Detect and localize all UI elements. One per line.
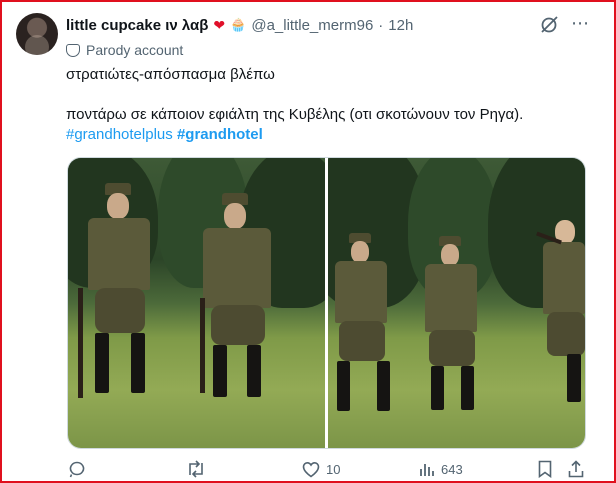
photo-left[interactable]: [68, 158, 325, 448]
reply-icon: [69, 461, 85, 478]
mask-icon: [66, 43, 80, 57]
views-count: 643: [441, 461, 463, 477]
retweet-icon: [189, 460, 203, 478]
avatar[interactable]: [16, 13, 58, 55]
hashtags: #grandhotelplus #grandhotel: [66, 125, 263, 145]
parody-label: Parody account: [86, 42, 184, 58]
more-icon[interactable]: ⋯: [571, 13, 590, 34]
parody-badge: Parody account: [66, 40, 183, 60]
views-action[interactable]: 643: [419, 458, 463, 480]
bookmark-action[interactable]: [538, 458, 552, 480]
tweet-text-line2: ποντάρω σε κάποιον εφιάλτη της Κυβέλης (…: [66, 106, 524, 123]
separator: ·: [378, 16, 384, 34]
like-count: 10: [326, 461, 341, 477]
hashtag-grandhotelplus[interactable]: #grandhotelplus: [66, 126, 173, 143]
views-icon: [420, 464, 434, 476]
display-name[interactable]: little cupcake ιν λαβ: [66, 17, 208, 34]
tweet-header: little cupcake ιν λαβ ❤ 🧁 @a_little_merm…: [66, 15, 413, 35]
media-grid: [67, 157, 586, 449]
reply-action[interactable]: [68, 458, 92, 480]
heart-icon: [302, 461, 320, 477]
bookmark-icon: [538, 460, 552, 478]
retweet-action[interactable]: [186, 458, 212, 480]
timestamp[interactable]: 12h: [388, 17, 413, 34]
tweet-text-line1: στρατιώτες-απόσπασμα βλέπω: [66, 66, 275, 83]
like-action[interactable]: 10: [302, 458, 340, 480]
grok-icon[interactable]: [538, 14, 560, 36]
share-action[interactable]: [568, 458, 584, 480]
heart-emoji: ❤: [213, 16, 226, 33]
hashtag-grandhotel[interactable]: #grandhotel: [177, 126, 263, 143]
user-handle[interactable]: @a_little_merm96: [251, 17, 373, 34]
photo-right[interactable]: [328, 158, 585, 448]
cupcake-emoji: 🧁: [230, 17, 247, 32]
share-icon: [568, 460, 584, 478]
